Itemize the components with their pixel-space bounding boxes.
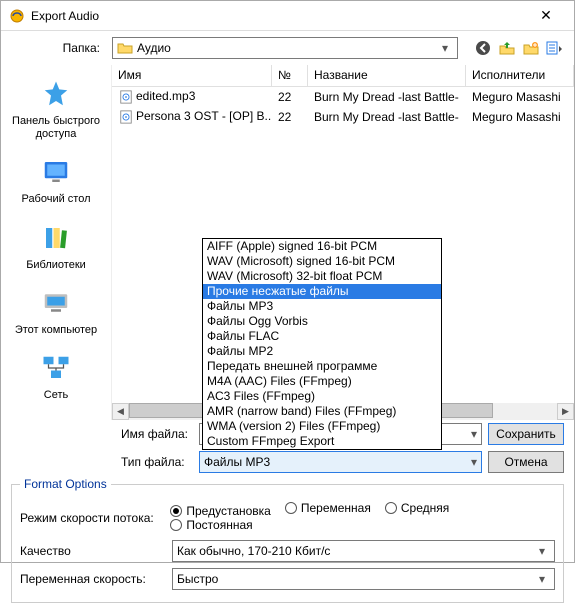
- back-icon[interactable]: [474, 39, 492, 57]
- quality-combo[interactable]: Как обычно, 170-210 Кбит/с ▾: [172, 540, 555, 562]
- chevron-down-icon: ▾: [467, 427, 477, 441]
- filetype-option[interactable]: WMA (version 2) Files (FFmpeg): [203, 419, 441, 434]
- table-row[interactable]: edited.mp322Burn My Dread -last Battle-M…: [112, 87, 574, 107]
- audio-file-icon: [118, 109, 134, 125]
- chevron-down-icon: ▾: [437, 41, 453, 55]
- chevron-down-icon: ▾: [534, 572, 550, 586]
- col-title[interactable]: Название: [308, 65, 466, 86]
- new-folder-icon[interactable]: [522, 39, 540, 57]
- bitrate-radio[interactable]: Предустановка: [170, 504, 270, 518]
- places-bar: Панель быстрого доступа Рабочий стол Биб…: [1, 65, 111, 420]
- audio-file-icon: [118, 89, 134, 105]
- filetype-popup[interactable]: AIFF (Apple) signed 16-bit PCMWAV (Micro…: [202, 238, 442, 450]
- col-name[interactable]: Имя: [112, 65, 272, 86]
- filetype-option[interactable]: AIFF (Apple) signed 16-bit PCM: [203, 239, 441, 254]
- filetype-option[interactable]: Custom FFmpeg Export: [203, 434, 441, 449]
- format-legend: Format Options: [20, 477, 111, 491]
- bitrate-radio[interactable]: Постоянная: [170, 518, 252, 532]
- place-this-pc[interactable]: Этот компьютер: [1, 286, 111, 337]
- computer-icon: [39, 286, 73, 320]
- window-title: Export Audio: [31, 9, 526, 23]
- bitrate-radio[interactable]: Средняя: [385, 501, 449, 515]
- chevron-down-icon: ▾: [534, 544, 550, 558]
- filetype-option[interactable]: M4A (AAC) Files (FFmpeg): [203, 374, 441, 389]
- filetype-combo[interactable]: Файлы MP3 ▾: [199, 451, 482, 473]
- folder-icon: [117, 40, 133, 56]
- filetype-option[interactable]: WAV (Microsoft) signed 16-bit PCM: [203, 254, 441, 269]
- table-row[interactable]: Persona 3 OST - [OP] B...22Burn My Dread…: [112, 107, 574, 127]
- libraries-icon: [39, 221, 73, 255]
- desktop-icon: [39, 155, 73, 189]
- scroll-left-icon[interactable]: ◀: [112, 403, 129, 420]
- filename-label: Имя файла:: [121, 427, 193, 441]
- filetype-option[interactable]: Файлы MP3: [203, 299, 441, 314]
- radio-icon: [385, 502, 397, 514]
- quality-label: Качество: [20, 544, 160, 558]
- scroll-right-icon[interactable]: ▶: [557, 403, 574, 420]
- col-number[interactable]: №: [272, 65, 308, 86]
- filetype-option[interactable]: WAV (Microsoft) 32-bit float PCM: [203, 269, 441, 284]
- filetype-option[interactable]: AC3 Files (FFmpeg): [203, 389, 441, 404]
- filetype-option[interactable]: Файлы FLAC: [203, 329, 441, 344]
- folder-combo[interactable]: Аудио ▾: [112, 37, 458, 59]
- filetype-option[interactable]: Передать внешней программе: [203, 359, 441, 374]
- filetype-option[interactable]: Файлы Ogg Vorbis: [203, 314, 441, 329]
- place-quick-access[interactable]: Панель быстрого доступа: [1, 77, 111, 141]
- bitrate-mode-label: Режим скорости потока:: [20, 511, 158, 525]
- filetype-option[interactable]: Файлы MP2: [203, 344, 441, 359]
- close-button[interactable]: ✕: [526, 2, 566, 30]
- folder-value: Аудио: [137, 41, 437, 55]
- radio-icon: [285, 502, 297, 514]
- list-header[interactable]: Имя № Название Исполнители: [112, 65, 574, 87]
- app-icon: [9, 8, 25, 24]
- radio-icon: [170, 505, 182, 517]
- vbr-speed-combo[interactable]: Быстро ▾: [172, 568, 555, 590]
- star-icon: [39, 77, 73, 111]
- vbr-speed-label: Переменная скорость:: [20, 572, 160, 586]
- filetype-option[interactable]: Прочие несжатые файлы: [203, 284, 441, 299]
- filetype-option[interactable]: AMR (narrow band) Files (FFmpeg): [203, 404, 441, 419]
- views-icon[interactable]: [546, 39, 564, 57]
- filetype-label: Тип файла:: [121, 455, 193, 469]
- col-artist[interactable]: Исполнители: [466, 65, 574, 86]
- radio-icon: [170, 519, 182, 531]
- place-libraries[interactable]: Библиотеки: [1, 221, 111, 272]
- file-list[interactable]: Имя № Название Исполнители edited.mp322B…: [111, 65, 574, 420]
- folder-label: Папка:: [11, 41, 106, 55]
- bitrate-radio[interactable]: Переменная: [285, 501, 371, 515]
- place-desktop[interactable]: Рабочий стол: [1, 155, 111, 206]
- chevron-down-icon: ▾: [467, 455, 477, 469]
- up-icon[interactable]: [498, 39, 516, 57]
- cancel-button[interactable]: Отмена: [488, 451, 564, 473]
- place-network[interactable]: Сеть: [1, 351, 111, 402]
- network-icon: [39, 351, 73, 385]
- save-button[interactable]: Сохранить: [488, 423, 564, 445]
